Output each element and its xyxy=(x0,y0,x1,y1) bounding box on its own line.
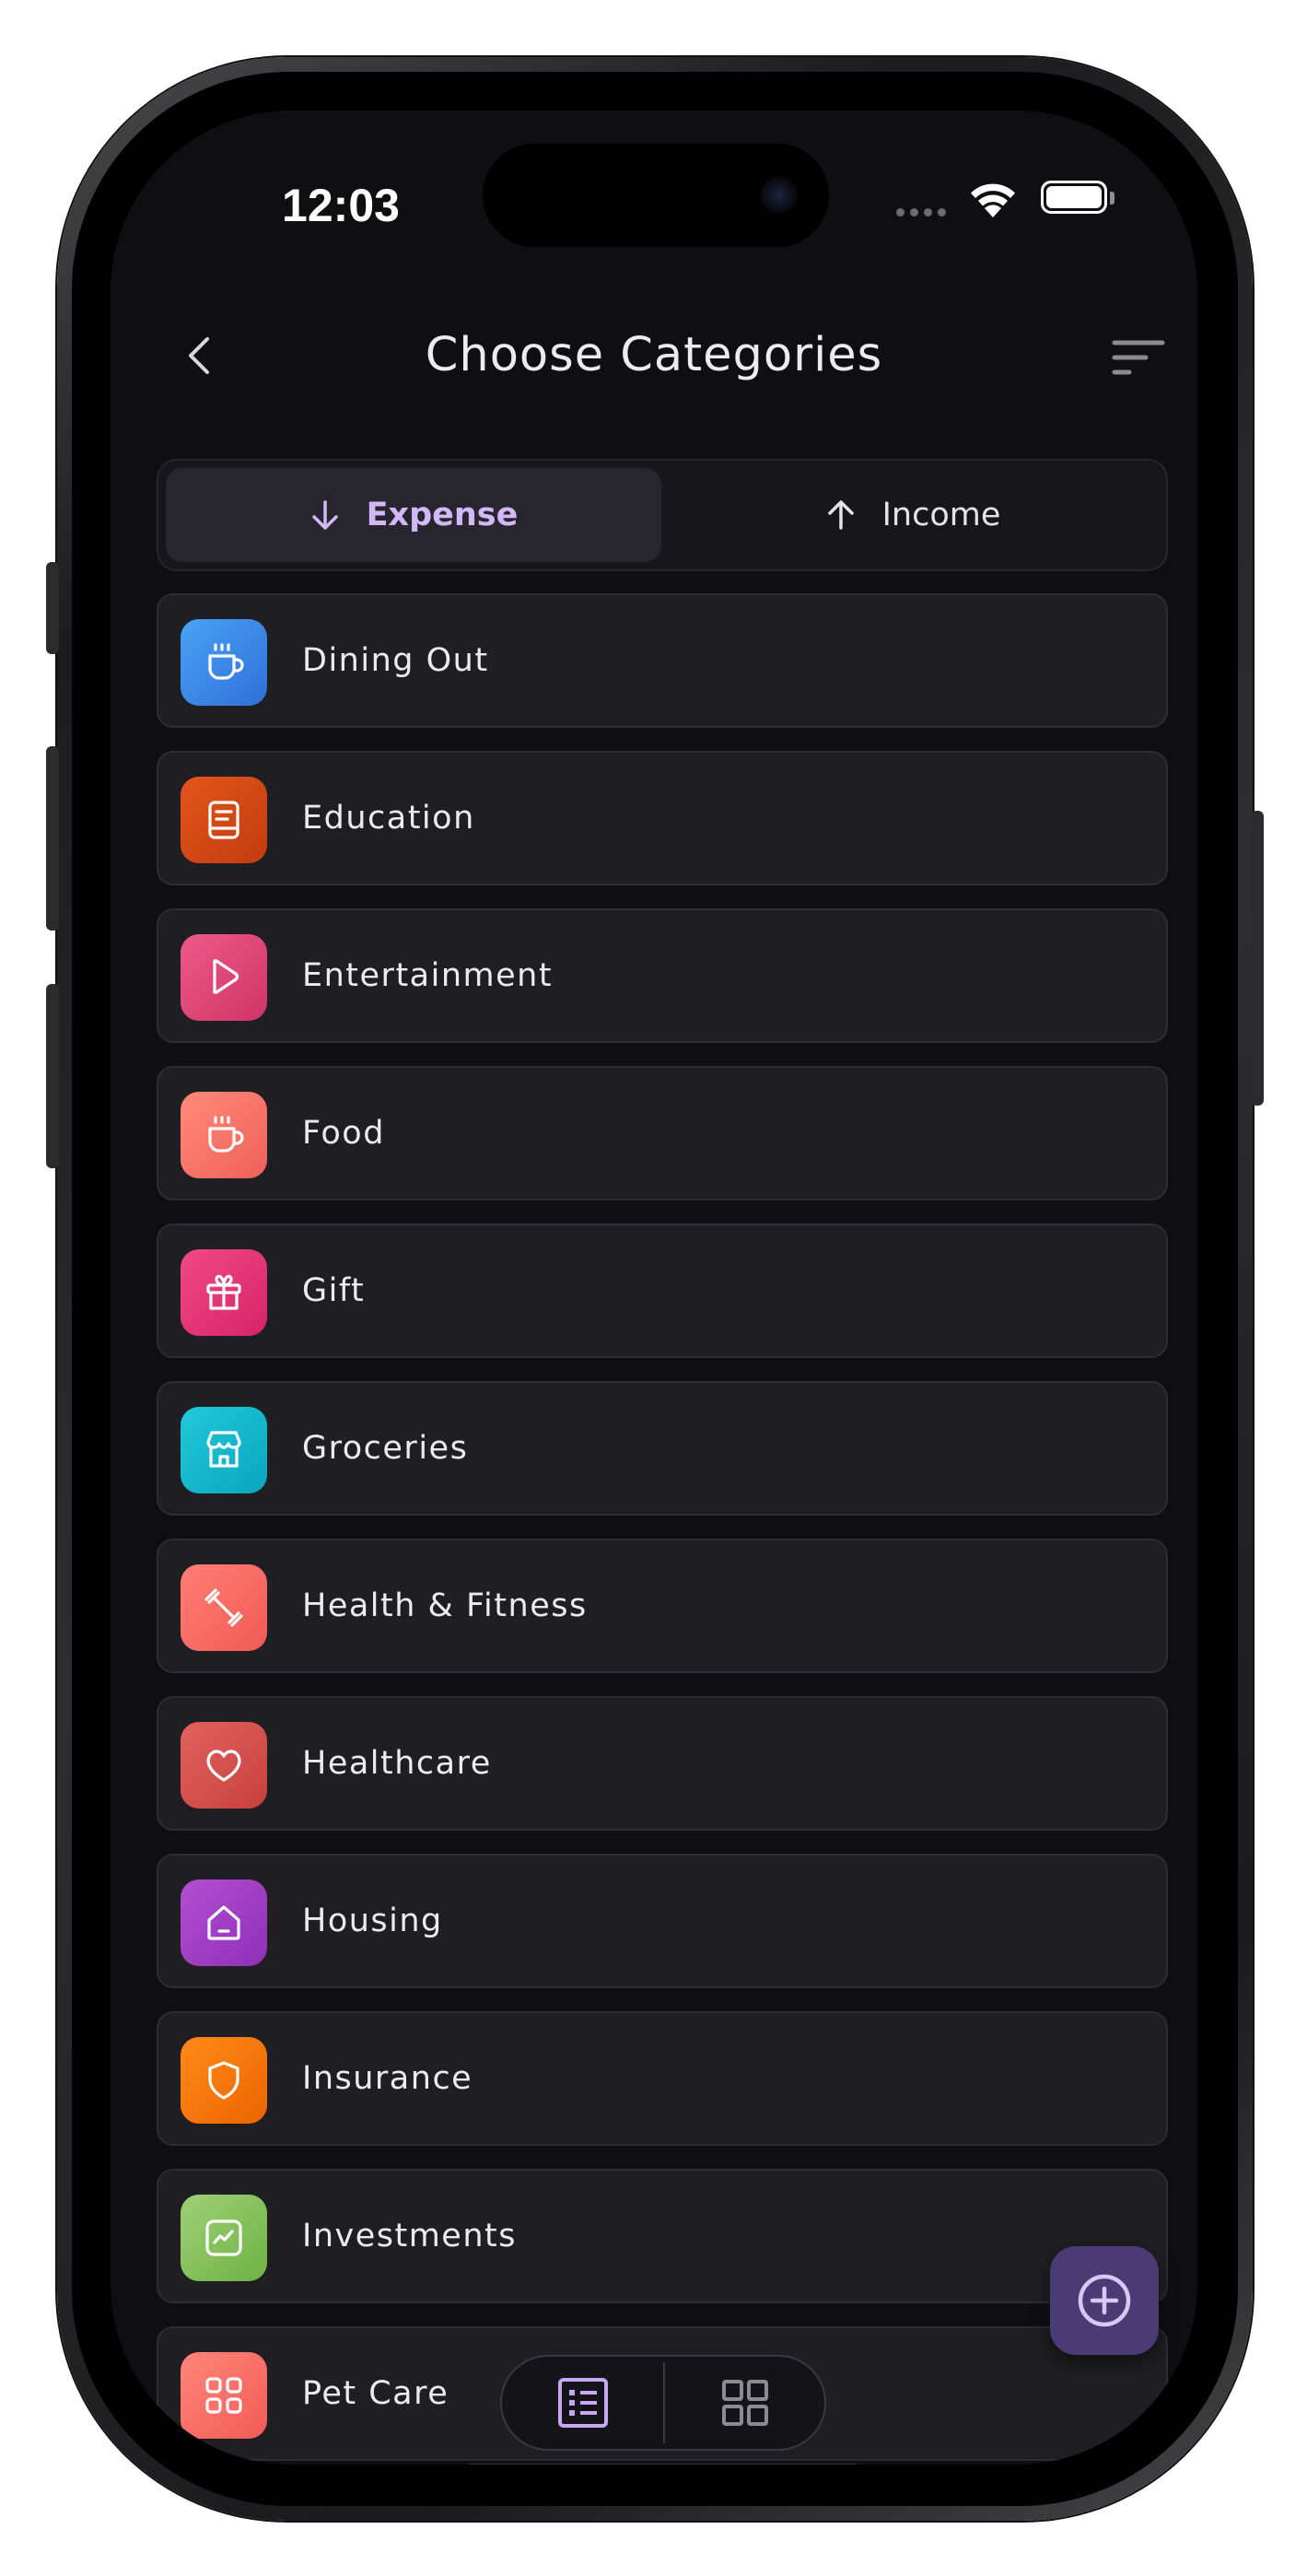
tab-income[interactable]: Income xyxy=(665,468,1161,562)
camera-icon xyxy=(761,177,798,214)
volume-down-button xyxy=(46,984,59,1168)
category-label: Gift xyxy=(302,1272,366,1309)
category-label: Entertainment xyxy=(302,957,554,994)
category-row-food[interactable]: Food xyxy=(157,1066,1168,1200)
category-row-healthcare[interactable]: Healthcare xyxy=(157,1696,1168,1831)
sort-button[interactable] xyxy=(1103,332,1168,383)
type-segmented-control: Expense Income xyxy=(157,459,1168,571)
category-row-dining-out[interactable]: Dining Out xyxy=(157,593,1168,728)
tab-expense[interactable]: Expense xyxy=(166,468,661,562)
dumbbell-icon xyxy=(181,1564,267,1651)
action-button xyxy=(46,562,59,654)
arrow-down-icon xyxy=(311,500,338,530)
chart-icon xyxy=(181,2195,267,2281)
category-row-entertainment[interactable]: Entertainment xyxy=(157,908,1168,1043)
page-title: Choose Categories xyxy=(425,328,883,382)
cup-icon xyxy=(181,619,267,706)
dynamic-island xyxy=(483,144,829,247)
app-screen: 12:03 Choose Categories Expense Income D… xyxy=(111,111,1197,2465)
tab-expense-label: Expense xyxy=(366,497,519,533)
shield-icon xyxy=(181,2037,267,2124)
category-row-health-fitness[interactable]: Health & Fitness xyxy=(157,1539,1168,1673)
plus-circle-icon xyxy=(1078,2274,1131,2327)
category-label: Insurance xyxy=(302,2060,473,2097)
house-icon xyxy=(181,1879,267,1966)
list-view-button[interactable] xyxy=(502,2357,664,2449)
list-view-icon xyxy=(558,2378,608,2428)
category-label: Housing xyxy=(302,1903,443,1939)
grid-icon xyxy=(181,2352,267,2439)
gift-icon xyxy=(181,1249,267,1336)
category-label: Education xyxy=(302,800,475,837)
arrow-up-icon xyxy=(827,500,854,530)
category-label: Food xyxy=(302,1115,385,1152)
category-label: Pet Care xyxy=(302,2375,449,2412)
chevron-left-icon xyxy=(189,337,209,374)
wifi-icon xyxy=(971,183,1015,217)
category-label: Healthcare xyxy=(302,1745,492,1782)
cellular-signal-icon xyxy=(896,208,946,217)
category-label: Dining Out xyxy=(302,642,489,679)
sort-icon xyxy=(1112,340,1165,375)
grid-view-icon xyxy=(722,2380,768,2426)
category-row-investments[interactable]: Investments xyxy=(157,2169,1168,2303)
category-row-education[interactable]: Education xyxy=(157,751,1168,885)
power-button xyxy=(1251,811,1264,1106)
store-icon xyxy=(181,1407,267,1493)
home-indicator xyxy=(466,2464,860,2465)
play-icon xyxy=(181,934,267,1021)
category-row-groceries[interactable]: Groceries xyxy=(157,1381,1168,1516)
volume-up-button xyxy=(46,746,59,931)
category-label: Groceries xyxy=(302,1430,469,1467)
category-label: Investments xyxy=(302,2218,517,2254)
cup-icon xyxy=(181,1092,267,1178)
back-button[interactable] xyxy=(171,328,227,383)
status-time: 12:03 xyxy=(282,180,400,231)
category-row-housing[interactable]: Housing xyxy=(157,1854,1168,1988)
book-icon xyxy=(181,777,267,863)
battery-icon xyxy=(1041,181,1107,214)
view-mode-switcher xyxy=(500,2355,826,2451)
category-row-gift[interactable]: Gift xyxy=(157,1224,1168,1358)
battery-cap xyxy=(1110,192,1114,205)
tab-income-label: Income xyxy=(881,497,1001,533)
category-label: Health & Fitness xyxy=(302,1587,588,1624)
heart-icon xyxy=(181,1722,267,1809)
add-category-button[interactable] xyxy=(1050,2246,1159,2355)
grid-view-button[interactable] xyxy=(664,2357,826,2449)
category-row-insurance[interactable]: Insurance xyxy=(157,2011,1168,2146)
